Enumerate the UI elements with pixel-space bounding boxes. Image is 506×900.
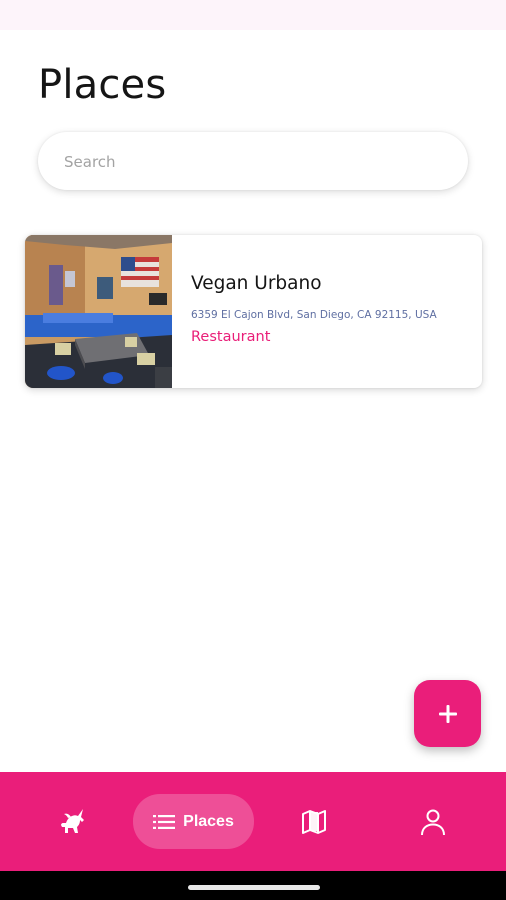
search-bar[interactable]	[38, 132, 468, 192]
system-navigation-bar	[0, 871, 506, 900]
nav-label-places: Places	[183, 812, 234, 830]
place-card[interactable]: Vegan Urbano 6359 El Cajon Blvd, San Die…	[25, 235, 482, 388]
place-name: Vegan Urbano	[191, 273, 322, 294]
page-title: Places	[38, 62, 167, 108]
list-icon	[153, 814, 176, 829]
plus-icon	[438, 704, 457, 723]
nav-item-home[interactable]	[48, 794, 98, 849]
nav-item-places[interactable]: Places	[133, 794, 254, 849]
unicorn-icon	[61, 808, 84, 833]
search-input[interactable]	[62, 132, 446, 192]
add-place-button[interactable]	[414, 680, 481, 747]
nav-item-profile[interactable]	[408, 794, 458, 849]
place-photo	[25, 235, 172, 388]
map-icon	[302, 809, 326, 834]
status-bar	[0, 0, 506, 30]
home-indicator[interactable]	[188, 885, 320, 890]
place-category: Restaurant	[191, 329, 271, 345]
place-address: 6359 El Cajon Blvd, San Diego, CA 92115,…	[191, 309, 437, 321]
nav-item-map[interactable]	[289, 794, 339, 849]
person-icon	[421, 809, 445, 835]
bottom-navigation: Places	[0, 772, 506, 871]
